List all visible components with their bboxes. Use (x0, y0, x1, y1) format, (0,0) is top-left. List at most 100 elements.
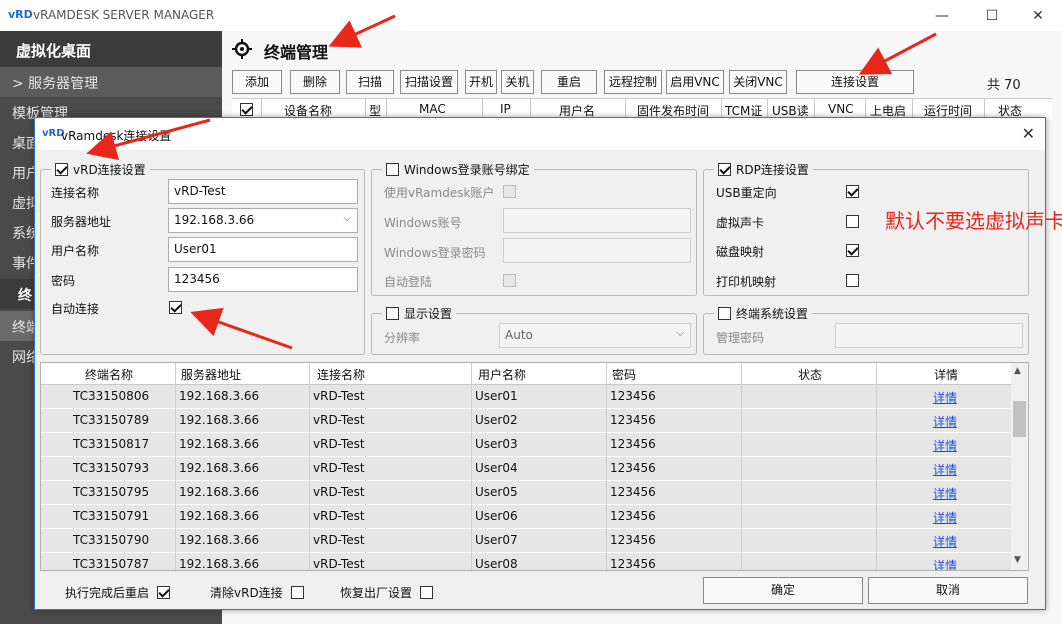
detail-link[interactable]: 详情 (933, 557, 957, 570)
remote-control-button[interactable]: 远程控制 (604, 70, 662, 94)
grid-header-cell[interactable]: IP (500, 102, 511, 116)
use-vramdesk-account-checkbox[interactable] (503, 185, 516, 198)
cancel-button[interactable]: 取消 (868, 577, 1028, 604)
user-input[interactable]: User01 (168, 237, 358, 262)
terminal-name-cell: TC33150789 (73, 413, 150, 427)
server-cell: 192.168.3.66 (179, 485, 260, 499)
disable-vnc-button[interactable]: 关闭VNC (729, 70, 787, 94)
scroll-down-icon[interactable]: ▼ (1014, 555, 1021, 565)
user-cell: User05 (475, 485, 518, 499)
user-cell: User08 (475, 557, 518, 571)
conn-name-cell: vRD-Test (313, 485, 365, 499)
select-all-checkbox[interactable] (240, 103, 253, 116)
grid-header-cell[interactable]: VNC (828, 102, 854, 116)
table-row[interactable]: TC33150789 192.168.3.66 vRD-Test User02 … (41, 409, 1013, 433)
conn-name-cell: vRD-Test (313, 461, 365, 475)
chip-icon (232, 39, 252, 59)
display-settings-legend[interactable]: 显示设置 (382, 305, 457, 322)
terminal-name-cell: TC33150787 (73, 557, 150, 571)
detail-link[interactable]: 详情 (933, 437, 957, 454)
disk-mapping-label: 磁盘映射 (716, 245, 765, 259)
dialog-close-icon[interactable]: ✕ (1022, 124, 1035, 143)
annotation-note: 默认不要选虚拟声卡 (885, 209, 1062, 233)
detail-link[interactable]: 详情 (933, 533, 957, 550)
table-header-cell[interactable]: 服务器地址 (181, 366, 241, 383)
table-row[interactable]: TC33150795 192.168.3.66 vRD-Test User05 … (41, 481, 1013, 505)
delete-button[interactable]: 删除 (290, 70, 340, 94)
clear-vrd-checkbox[interactable] (290, 586, 304, 599)
windows-password-input[interactable] (503, 238, 691, 263)
table-header-cell[interactable]: 状态 (798, 366, 822, 383)
enable-vnc-button[interactable]: 启用VNC (666, 70, 724, 94)
table-header-cell[interactable]: 详情 (934, 366, 958, 383)
clear-vrd-option[interactable]: 清除vRD连接 (210, 584, 309, 601)
table-header-cell[interactable]: 用户名称 (478, 366, 526, 383)
vrd-settings-legend[interactable]: vRD连接设置 (51, 161, 150, 178)
reboot-after-option[interactable]: 执行完成后重启 (65, 584, 175, 601)
rdp-settings-checkbox[interactable] (718, 163, 731, 176)
app-titlebar: vRD vRAMDESK SERVER MANAGER — ☐ ✕ (0, 0, 1062, 31)
scroll-up-icon[interactable]: ▲ (1014, 366, 1021, 376)
auto-login-checkbox[interactable] (503, 274, 516, 287)
dialog-titlebar: vRD vRamdesk连接设置 ✕ (35, 118, 1045, 150)
table-row[interactable]: TC33150791 192.168.3.66 vRD-Test User06 … (41, 505, 1013, 529)
clear-vrd-label: 清除vRD连接 (210, 586, 283, 600)
connection-settings-button[interactable]: 连接设置 (796, 70, 914, 94)
table-header-cell[interactable]: 密码 (612, 366, 636, 383)
windows-binding-checkbox[interactable] (386, 163, 399, 176)
detail-link[interactable]: 详情 (933, 389, 957, 406)
resolution-select[interactable]: Auto ⌵ (499, 323, 691, 348)
server-select[interactable]: 192.168.3.66 ⌵ (168, 208, 358, 233)
scrollbar-thumb[interactable] (1013, 401, 1026, 437)
conn-name-input[interactable]: vRD-Test (168, 179, 358, 204)
table-scrollbar[interactable]: ▲ ▼ (1011, 363, 1028, 570)
server-cell: 192.168.3.66 (179, 437, 260, 451)
table-row[interactable]: TC33150787 192.168.3.66 vRD-Test User08 … (41, 553, 1013, 571)
factory-reset-option[interactable]: 恢复出厂设置 (340, 584, 438, 601)
detail-link[interactable]: 详情 (933, 509, 957, 526)
scan-button[interactable]: 扫描 (346, 70, 394, 94)
disk-mapping-checkbox[interactable] (846, 244, 859, 257)
minimize-button[interactable]: — (922, 4, 962, 28)
table-header-cell[interactable]: 连接名称 (317, 366, 365, 383)
detail-link[interactable]: 详情 (933, 485, 957, 502)
table-header-cell[interactable]: 终端名称 (85, 366, 133, 383)
restart-button[interactable]: 重启 (541, 70, 597, 94)
factory-reset-checkbox[interactable] (419, 586, 433, 599)
page-title: 终端管理 (264, 43, 329, 62)
resolution-label: 分辨率 (384, 331, 421, 345)
auto-login-label: 自动登陆 (384, 275, 433, 289)
dialog-title: vRamdesk连接设置 (61, 129, 172, 143)
maximize-button[interactable]: ☐ (972, 4, 1012, 28)
table-row[interactable]: TC33150817 192.168.3.66 vRD-Test User03 … (41, 433, 1013, 457)
ok-button[interactable]: 确定 (703, 577, 863, 604)
scan-settings-button[interactable]: 扫描设置 (400, 70, 458, 94)
detail-link[interactable]: 详情 (933, 461, 957, 478)
vrd-settings-checkbox[interactable] (55, 163, 68, 176)
windows-account-input[interactable] (503, 208, 691, 233)
admin-password-input[interactable] (835, 323, 1023, 348)
terminal-system-legend[interactable]: 终端系统设置 (714, 305, 813, 322)
sidebar-item-server-management[interactable]: > 服务器管理 (0, 67, 222, 97)
table-row[interactable]: TC33150806 192.168.3.66 vRD-Test User01 … (41, 385, 1013, 409)
add-button[interactable]: 添加 (232, 70, 282, 94)
power-on-button[interactable]: 开机 (465, 70, 497, 94)
factory-reset-label: 恢复出厂设置 (340, 586, 413, 600)
display-settings-group: 显示设置 分辨率 Auto ⌵ (371, 305, 697, 355)
virtual-sound-checkbox[interactable] (846, 215, 859, 228)
printer-mapping-checkbox[interactable] (846, 274, 859, 287)
table-row[interactable]: TC33150790 192.168.3.66 vRD-Test User07 … (41, 529, 1013, 553)
close-window-button[interactable]: ✕ (1018, 4, 1058, 28)
auto-connect-checkbox[interactable] (169, 301, 182, 314)
windows-binding-legend[interactable]: Windows登录账号绑定 (382, 161, 534, 178)
grid-header-cell[interactable]: MAC (419, 102, 446, 116)
terminal-system-checkbox[interactable] (718, 307, 731, 320)
display-settings-checkbox[interactable] (386, 307, 399, 320)
detail-link[interactable]: 详情 (933, 413, 957, 430)
table-row[interactable]: TC33150793 192.168.3.66 vRD-Test User04 … (41, 457, 1013, 481)
rdp-settings-legend[interactable]: RDP连接设置 (714, 161, 813, 178)
reboot-after-checkbox[interactable] (156, 586, 170, 599)
password-input[interactable]: 123456 (168, 267, 358, 292)
power-off-button[interactable]: 关机 (501, 70, 534, 94)
usb-redirect-checkbox[interactable] (846, 185, 859, 198)
